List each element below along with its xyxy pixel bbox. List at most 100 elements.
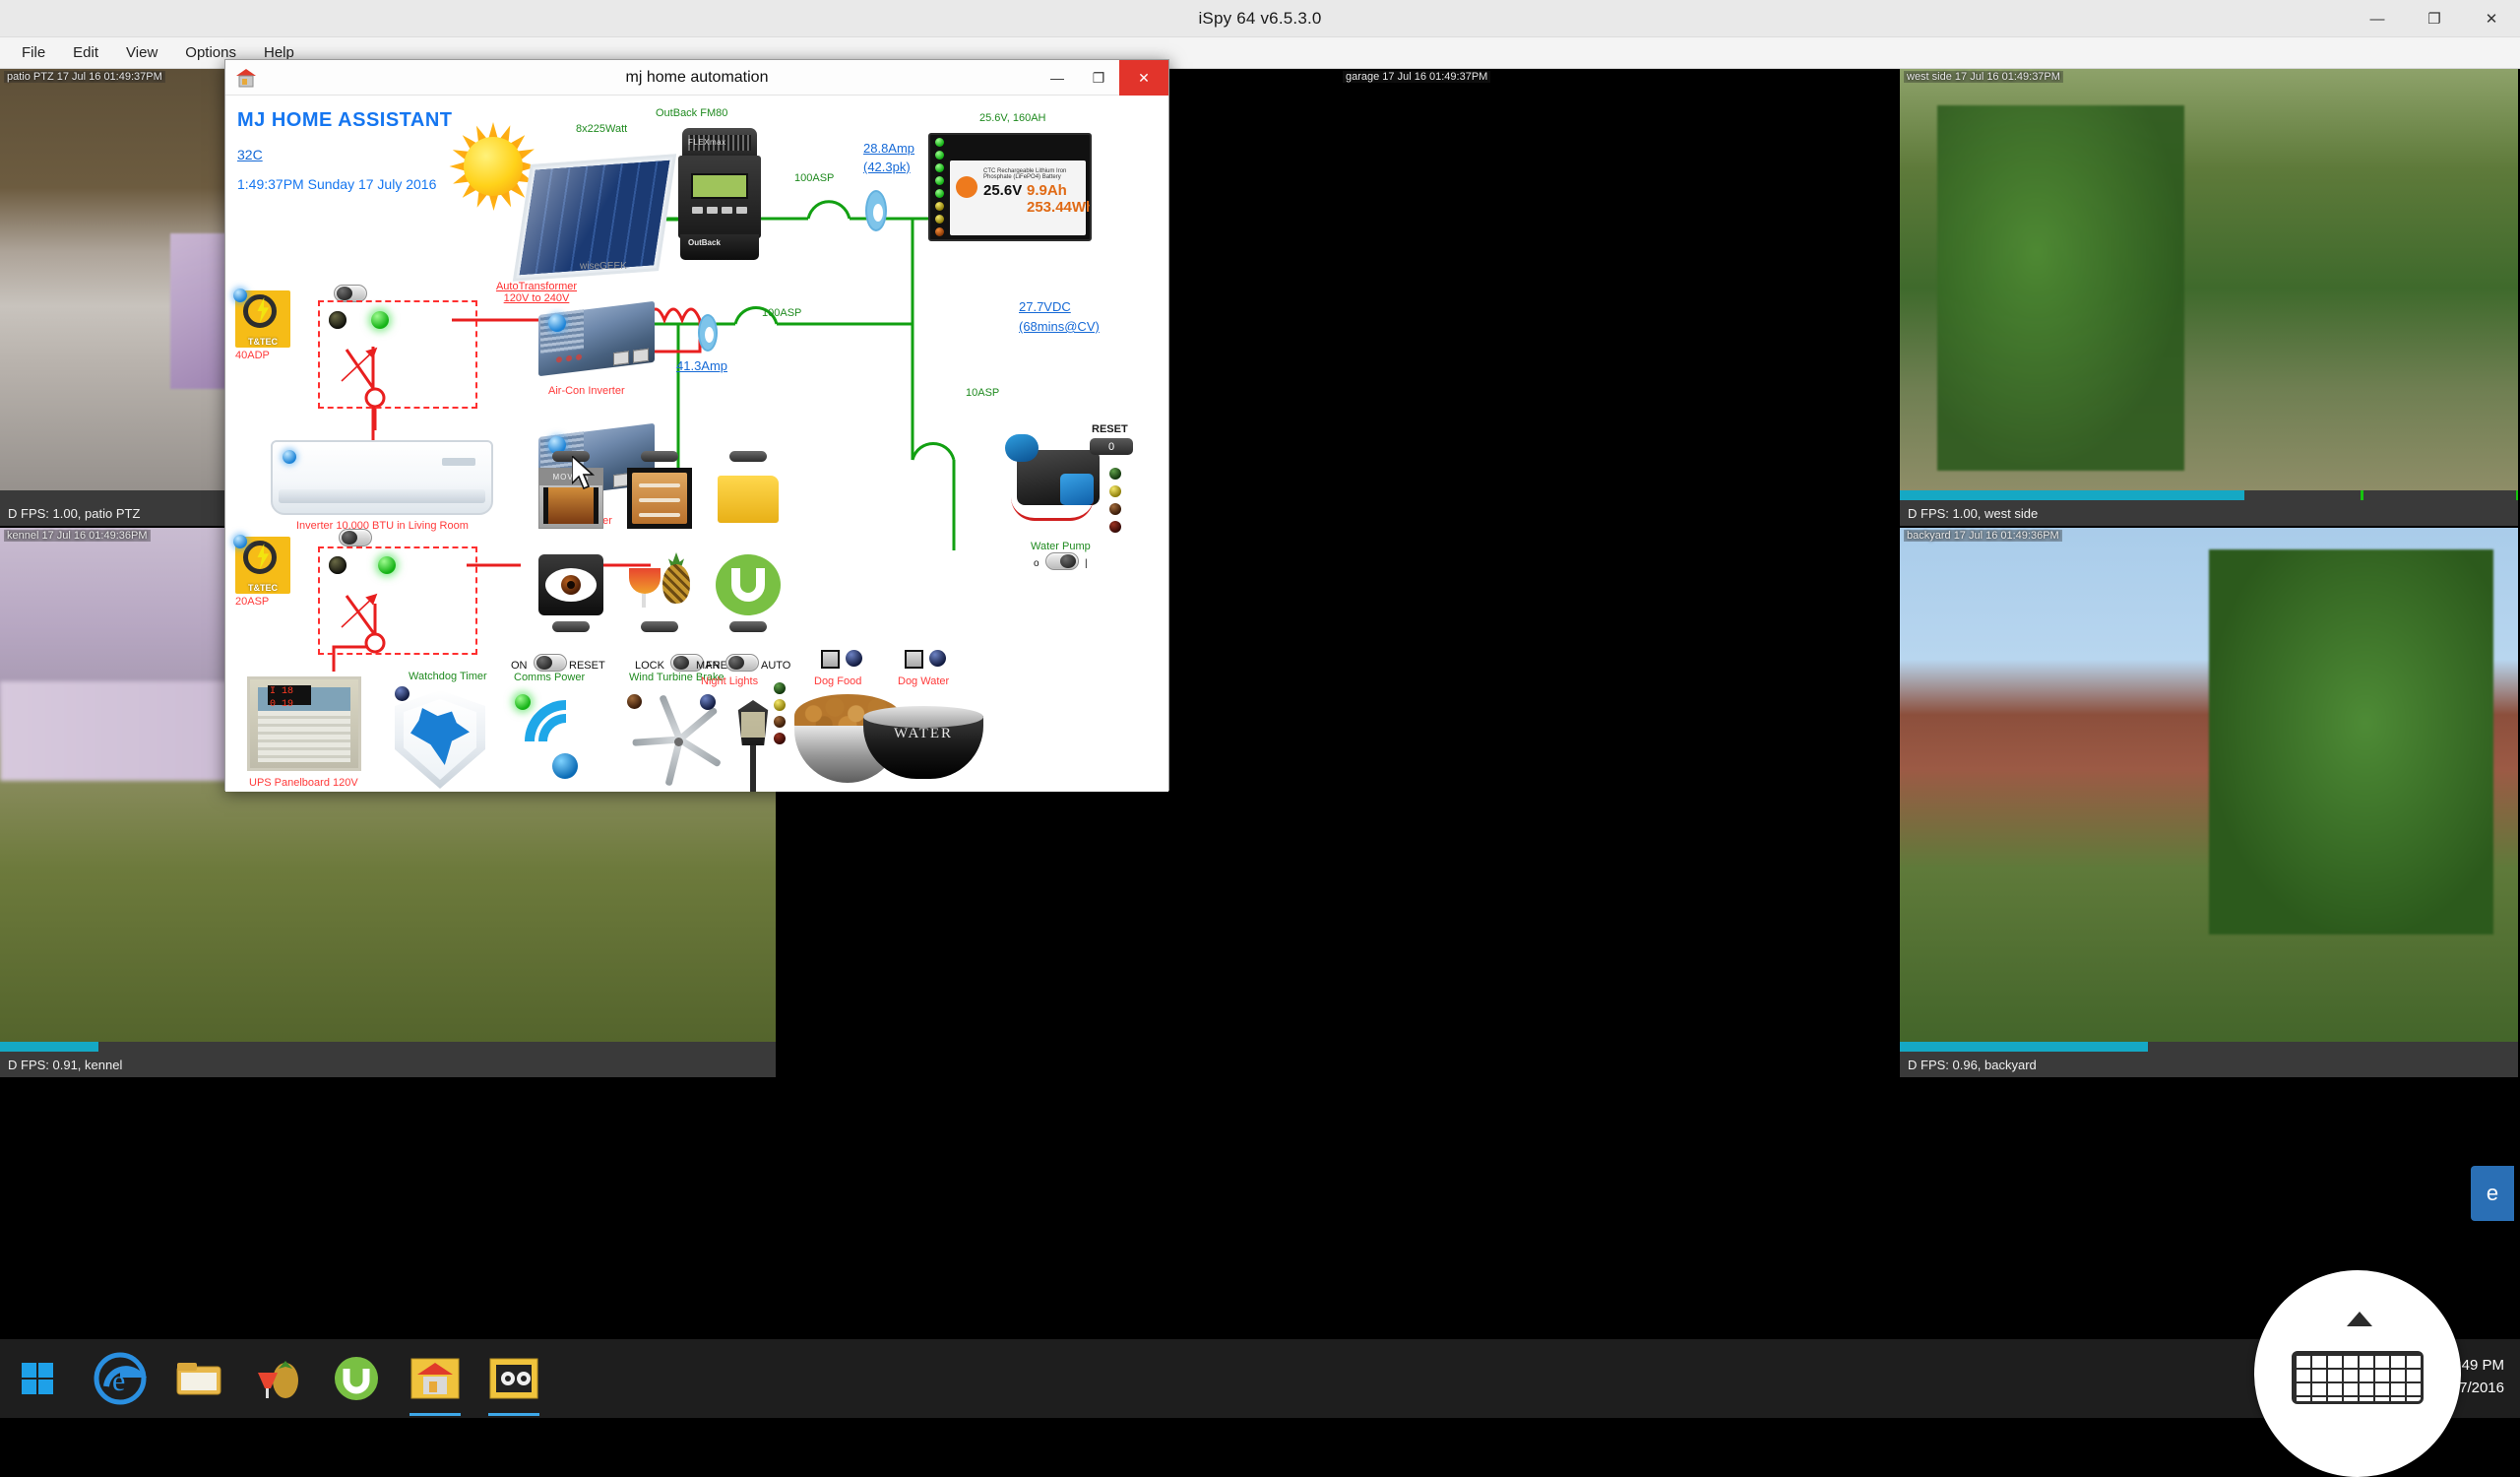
utorrent-icon xyxy=(716,554,781,615)
ispy-close-button[interactable]: ✕ xyxy=(2463,0,2520,37)
mains-toggle-bottom[interactable] xyxy=(339,529,372,546)
charge-amp-value[interactable]: 28.8Amp xyxy=(863,142,914,157)
panel-watermark: wiseGEEK xyxy=(580,261,627,273)
mj-home-automation-window: mj home automation — ❐ ✕ xyxy=(224,59,1169,791)
taskbar-ispy-icon[interactable] xyxy=(484,1349,543,1408)
tile-folder[interactable] xyxy=(716,468,781,529)
taskbar-mj-home-icon[interactable] xyxy=(406,1349,465,1408)
mj-maximize-button[interactable]: ❐ xyxy=(1078,60,1119,96)
tile-pina-colada[interactable] xyxy=(627,554,692,615)
aircon-amp-value[interactable]: 41.3Amp xyxy=(676,359,727,374)
dog-food-button[interactable] xyxy=(821,650,840,669)
battery-face-capacity: 9.9Ah 253.44Wh xyxy=(1027,182,1092,216)
aircon-inverter-icon[interactable] xyxy=(538,308,655,369)
aircon-unit-label: Inverter 10,000 BTU in Living Room xyxy=(296,520,469,533)
tile-eye[interactable] xyxy=(538,554,603,615)
camera-timestamp: kennel 17 Jul 16 01:49:36PM xyxy=(4,530,151,542)
mains-lamp-on-top xyxy=(371,311,389,329)
autotransformer-title: AutoTransformer xyxy=(483,281,590,293)
tile-handle-top[interactable] xyxy=(641,451,678,462)
camera-timeline-fill xyxy=(1900,1042,2148,1052)
battery-runtime-value[interactable]: (68mins@CV) xyxy=(1019,320,1100,335)
pump-led-yellow xyxy=(1109,485,1121,497)
dog-water-lamp xyxy=(929,650,946,667)
camera-timestamp: patio PTZ 17 Jul 16 01:49:37PM xyxy=(4,71,165,83)
temperature-link[interactable]: 32C xyxy=(237,147,263,162)
menu-file[interactable]: File xyxy=(10,40,57,65)
pineapple-icon xyxy=(627,554,692,615)
ispy-maximize-button[interactable]: ❐ xyxy=(2406,0,2463,37)
keyboard-caret-icon xyxy=(2347,1312,2372,1326)
comms-power-left-label: ON xyxy=(511,660,528,673)
watchdog-shield-icon[interactable] xyxy=(395,690,485,789)
dog-food-led-green xyxy=(774,682,786,694)
dog-food-label: Dog Food xyxy=(814,675,861,688)
menu-edit[interactable]: Edit xyxy=(61,40,110,65)
wind-brake-left-label: LOCK xyxy=(635,660,664,673)
dog-water-button[interactable] xyxy=(905,650,923,669)
drawer-icon xyxy=(627,468,692,529)
battery-face-voltage: 25.6V xyxy=(983,182,1022,199)
night-lights-toggle[interactable] xyxy=(725,654,759,672)
tile-handle-bottom[interactable] xyxy=(641,621,678,632)
pump-reset-counter[interactable]: 0 xyxy=(1090,438,1133,455)
ispy-minimize-button[interactable]: — xyxy=(2349,0,2406,37)
pump-led-stack xyxy=(1109,468,1121,533)
wifi-icon[interactable] xyxy=(517,690,613,775)
camera-tile-garage[interactable]: garage 17 Jul 16 01:49:37PM xyxy=(1339,69,1900,528)
sun-icon xyxy=(450,123,536,210)
mj-window-title: mj home automation xyxy=(225,69,1168,87)
panelboard-display-top: I 18 xyxy=(268,685,311,698)
camera-status-bar: D FPS: 0.91, kennel xyxy=(0,1052,776,1077)
taskbar-utorrent-icon[interactable] xyxy=(327,1349,386,1408)
mj-close-button[interactable]: ✕ xyxy=(1119,60,1168,96)
ups-panelboard-icon[interactable]: I 18 0 19 xyxy=(247,676,361,771)
charge-controller-icon[interactable]: FLEXmax OutBack xyxy=(678,128,761,261)
tile-handle-top[interactable] xyxy=(729,451,767,462)
edge-side-badge[interactable]: e xyxy=(2471,1166,2514,1221)
windows-taskbar: e xyxy=(0,1339,2520,1418)
ups-panelboard-label: UPS Panelboard 120V xyxy=(249,777,358,790)
pump-reset-label: RESET xyxy=(1092,423,1128,436)
camera-tile-west-side[interactable]: west side 17 Jul 16 01:49:37PM D FPS: 1.… xyxy=(1900,69,2520,528)
night-lights-lamp xyxy=(700,694,716,710)
night-lights-label: Night Lights xyxy=(701,675,758,688)
mains-lamp-off-top xyxy=(329,311,346,329)
camera-timestamp: backyard 17 Jul 16 01:49:36PM xyxy=(1904,530,2062,542)
watchdog-status-lamp xyxy=(395,686,410,701)
mj-minimize-button[interactable]: — xyxy=(1037,60,1078,96)
comms-power-toggle[interactable] xyxy=(534,654,567,672)
tile-utorrent[interactable] xyxy=(716,554,781,615)
mj-window-controls: — ❐ ✕ xyxy=(1037,60,1168,96)
start-button[interactable] xyxy=(0,1339,75,1418)
ispy-window-controls: — ❐ ✕ xyxy=(2349,0,2520,37)
datetime-label: 1:49:37PM Sunday 17 July 2016 xyxy=(237,176,436,192)
ttec-status-lamp-bottom xyxy=(233,535,247,548)
dog-water-label: Dog Water xyxy=(898,675,949,688)
on-screen-keyboard-button[interactable] xyxy=(2254,1300,2461,1418)
mains-lamp-on-bottom xyxy=(378,556,396,574)
ttec-brand-label: T&TEC xyxy=(235,337,290,347)
taskbar-pina-colada-icon[interactable] xyxy=(248,1349,307,1408)
charge-amp-peak-value[interactable]: (42.3pk) xyxy=(863,161,911,175)
air-conditioner-icon[interactable] xyxy=(271,440,493,515)
camera-timeline-track[interactable] xyxy=(0,1042,776,1052)
panelboard-display: I 18 0 19 xyxy=(268,685,311,705)
water-pump-label: Water Pump xyxy=(1031,541,1091,553)
controller-brand-label: FLEXmax xyxy=(688,138,726,147)
tile-drawers[interactable] xyxy=(627,468,692,529)
mains-breaker-bottom-label: 20ASP xyxy=(235,596,269,609)
ttec-meter-icon-bottom[interactable]: T&TEC xyxy=(235,537,290,594)
water-pump-toggle[interactable] xyxy=(1045,552,1079,570)
camera-tile-backyard[interactable]: backyard 17 Jul 16 01:49:36PM D FPS: 0.9… xyxy=(1900,528,2520,1079)
tile-handle-bottom[interactable] xyxy=(729,621,767,632)
battery-voltage-value[interactable]: 27.7VDC xyxy=(1019,300,1071,315)
ttec-meter-icon-top[interactable]: T&TEC xyxy=(235,290,290,348)
taskbar-file-explorer-icon[interactable] xyxy=(169,1349,228,1408)
tile-handle-bottom[interactable] xyxy=(552,621,590,632)
dog-food-led-stack xyxy=(774,682,786,744)
battery-icon[interactable]: CTC Rechargeable Lithium Iron Phosphate … xyxy=(928,133,1092,241)
pump-led-green xyxy=(1109,468,1121,480)
taskbar-edge-icon[interactable]: e xyxy=(91,1349,150,1408)
menu-view[interactable]: View xyxy=(114,40,169,65)
